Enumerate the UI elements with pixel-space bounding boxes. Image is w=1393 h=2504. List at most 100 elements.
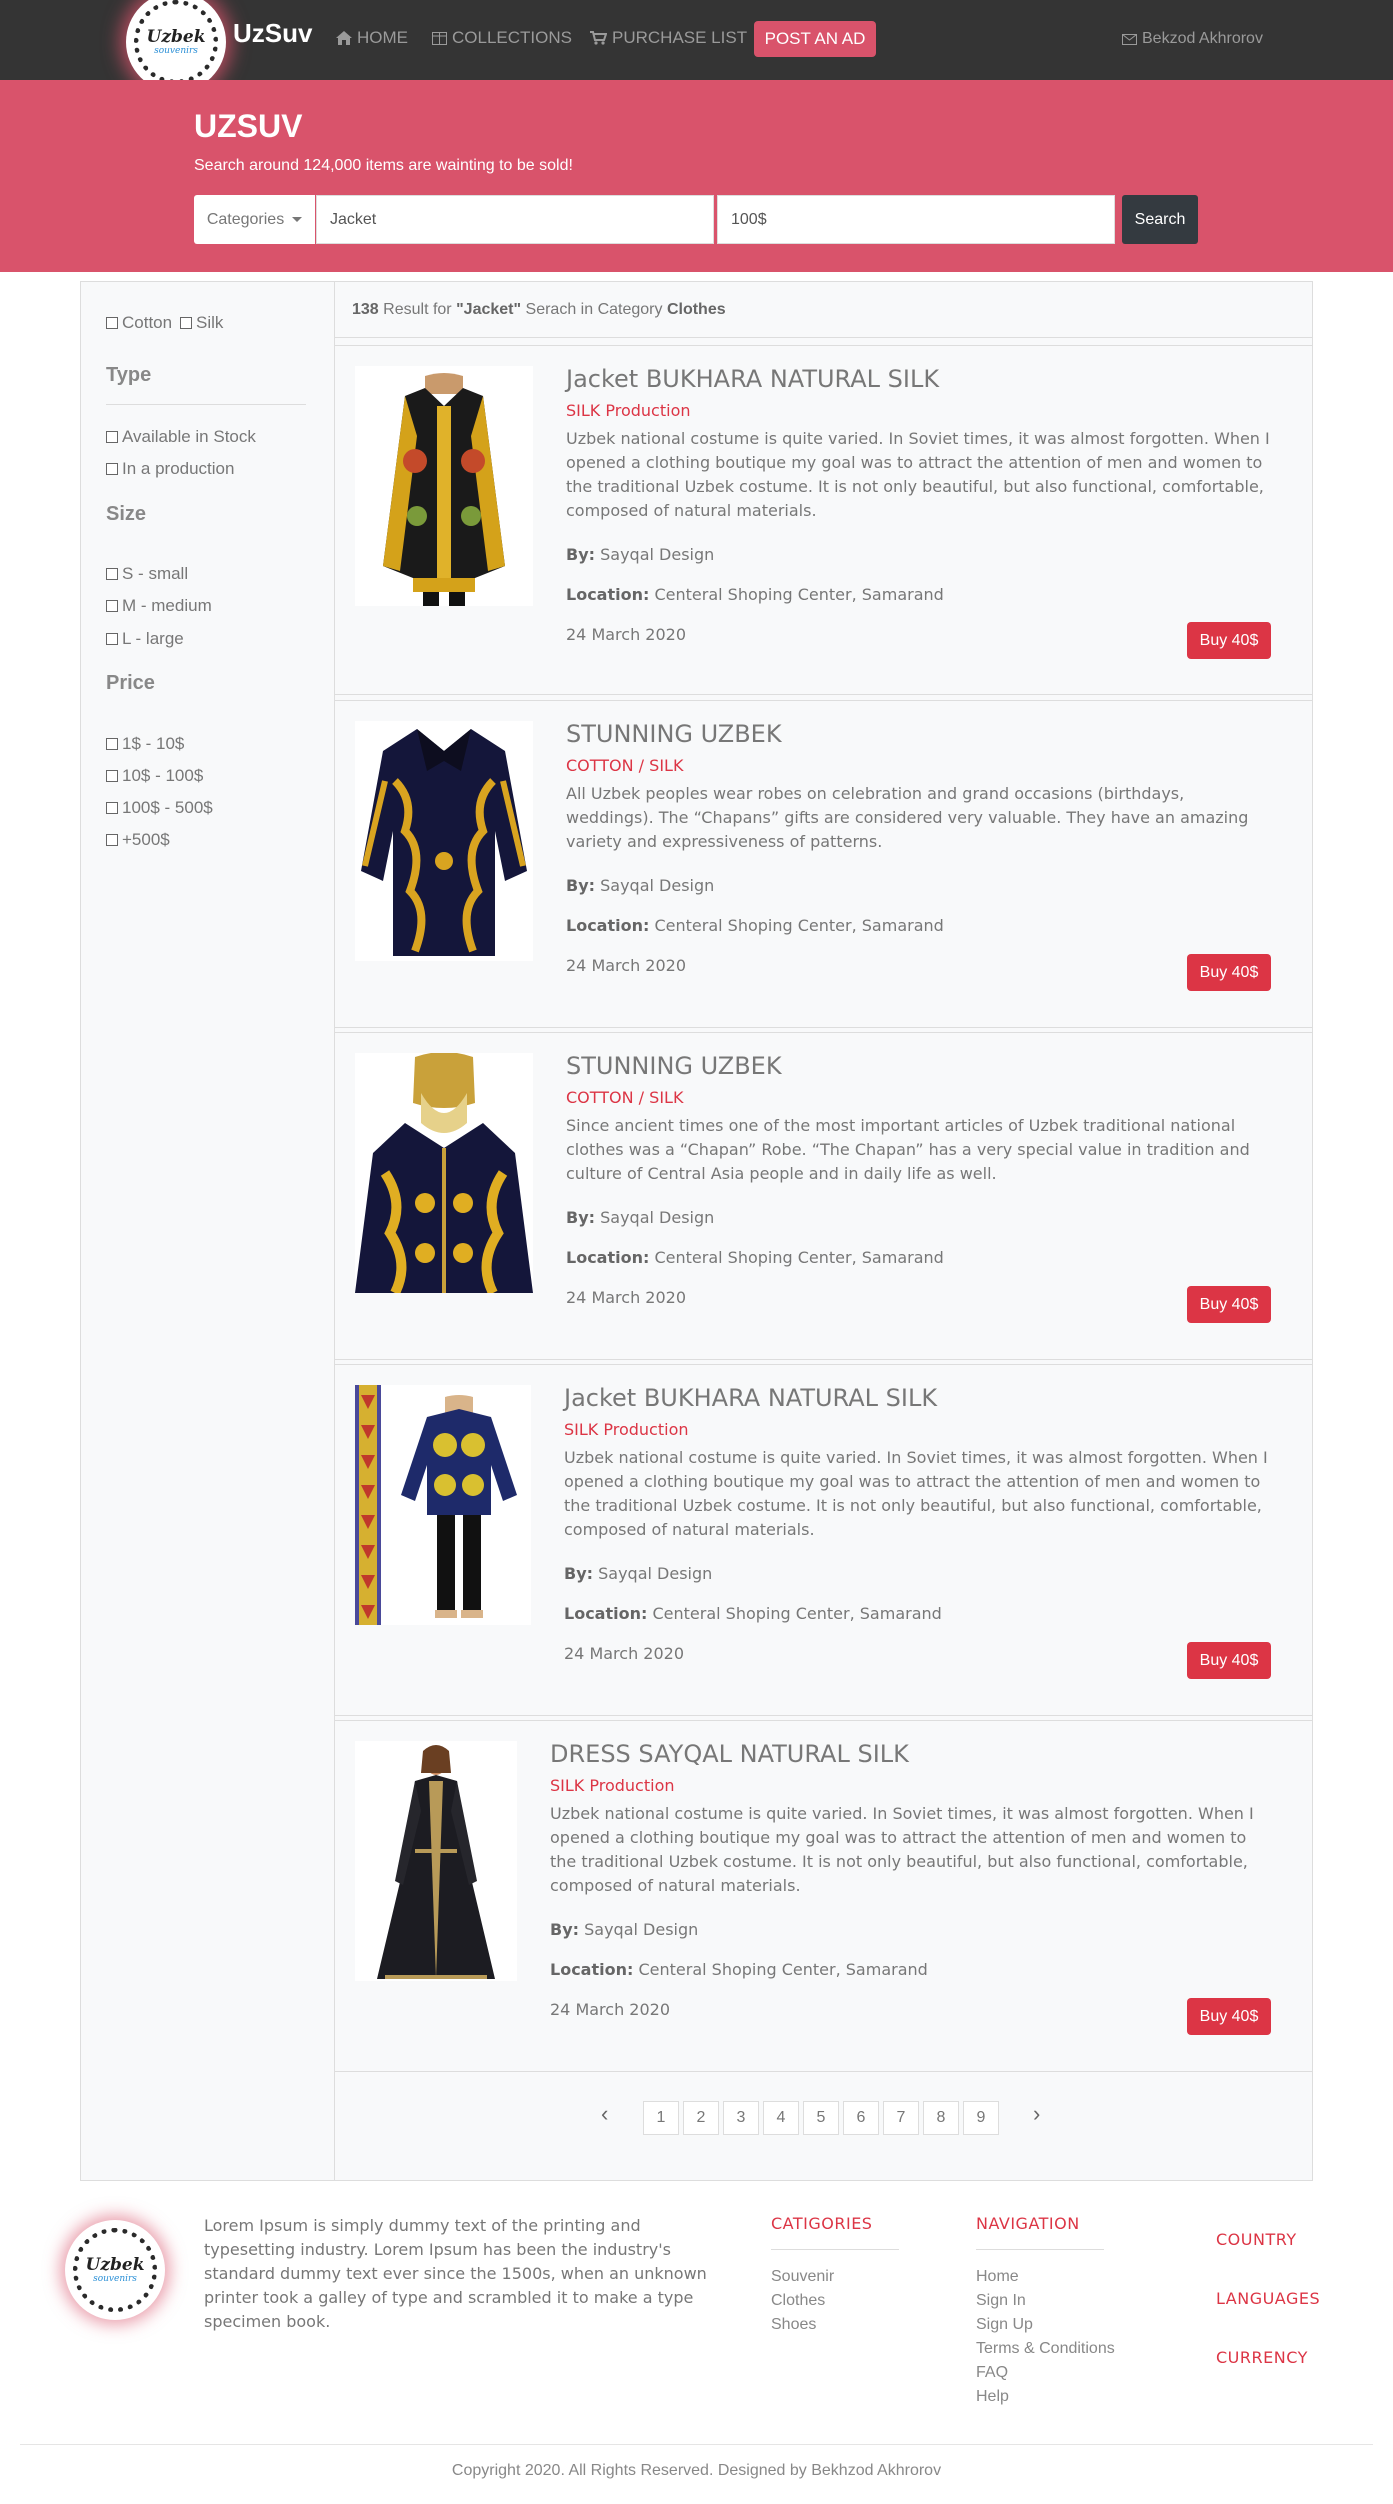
checkbox[interactable]: [106, 738, 118, 750]
filter-label: Cotton: [122, 313, 173, 332]
product-title[interactable]: DRESS SAYQAL NATURAL SILK: [550, 1740, 909, 1768]
filter-silk[interactable]: Silk: [180, 313, 223, 333]
copyright-text: Copyright 2020. All Rights Reserved. Des…: [451, 2462, 942, 2479]
page-link[interactable]: 1: [643, 2101, 679, 2135]
footer-nav-link[interactable]: Help: [976, 2388, 1009, 2406]
filter-label: Available in Stock: [122, 427, 256, 446]
filter-size-small[interactable]: S - small: [106, 564, 188, 584]
filter-price-2[interactable]: 10$ - 100$: [106, 766, 203, 786]
footer-nav-link[interactable]: Sign In: [976, 2292, 1026, 2310]
product-subtitle: SILK Production: [564, 1420, 689, 1439]
prev-page-icon[interactable]: ‹: [601, 2101, 608, 2127]
brand-name[interactable]: UzSuv: [233, 18, 312, 49]
buy-button[interactable]: Buy 40$: [1187, 954, 1271, 991]
product-author: By: Sayqal Design: [566, 876, 714, 895]
footer-category-link[interactable]: Clothes: [771, 2292, 825, 2310]
product-image[interactable]: [355, 366, 533, 606]
post-ad-button[interactable]: POST AN AD: [754, 21, 876, 57]
user-menu[interactable]: Bekzod Akhrorov: [1122, 30, 1263, 48]
footer-category-link[interactable]: Souvenir: [771, 2268, 834, 2286]
buy-button[interactable]: Buy 40$: [1187, 1642, 1271, 1679]
nav-home[interactable]: HOME: [336, 28, 408, 48]
product-title[interactable]: Jacket BUKHARA NATURAL SILK: [566, 365, 939, 393]
product-subtitle: COTTON / SILK: [566, 1088, 684, 1107]
checkbox[interactable]: [106, 633, 118, 645]
footer-languages-link[interactable]: LANGUAGES: [1216, 2289, 1320, 2308]
author-value: Sayqal Design: [600, 1208, 715, 1227]
product-card[interactable]: STUNNING UZBEK COTTON / SILK Since ancie…: [335, 1032, 1312, 1360]
page-link[interactable]: 5: [803, 2101, 839, 2135]
checkbox[interactable]: [106, 600, 118, 612]
page-link[interactable]: 8: [923, 2101, 959, 2135]
price-input[interactable]: [717, 195, 1115, 244]
product-image[interactable]: [355, 1741, 517, 1981]
footer-category-link[interactable]: Shoes: [771, 2316, 816, 2334]
checkbox[interactable]: [106, 834, 118, 846]
page-link[interactable]: 2: [683, 2101, 719, 2135]
result-category: Clothes: [666, 300, 726, 318]
filter-in-stock[interactable]: Available in Stock: [106, 427, 256, 447]
footer-categories-heading: CATIGORIES: [771, 2214, 873, 2233]
page-link[interactable]: 6: [843, 2101, 879, 2135]
filter-size-large[interactable]: L - large: [106, 629, 184, 649]
buy-button[interactable]: Buy 40$: [1187, 1998, 1271, 2035]
location-label: Location:: [564, 1604, 648, 1623]
author-label: By:: [566, 876, 596, 895]
footer-nav-link[interactable]: FAQ: [976, 2364, 1008, 2382]
checkbox[interactable]: [106, 770, 118, 782]
nav-collections[interactable]: COLLECTIONS: [432, 28, 572, 48]
page-link[interactable]: 9: [963, 2101, 999, 2135]
type-heading: Type: [106, 364, 152, 386]
product-date: 24 March 2020: [564, 1644, 685, 1663]
checkbox[interactable]: [106, 568, 118, 580]
footer-currency-link[interactable]: CURRENCY: [1216, 2348, 1308, 2367]
filter-price-3[interactable]: 100$ - 500$: [106, 798, 213, 818]
next-page-icon[interactable]: ›: [1033, 2101, 1040, 2127]
page-link[interactable]: 7: [883, 2101, 919, 2135]
product-card[interactable]: STUNNING UZBEK COTTON / SILK All Uzbek p…: [335, 700, 1312, 1028]
product-card[interactable]: Jacket BUKHARA NATURAL SILK SILK Product…: [335, 1364, 1312, 1716]
product-author: By: Sayqal Design: [566, 545, 714, 564]
checkbox[interactable]: [106, 317, 118, 329]
product-title[interactable]: STUNNING UZBEK: [566, 1052, 782, 1080]
checkbox[interactable]: [106, 431, 118, 443]
filter-label: S - small: [122, 564, 189, 583]
footer-nav-link[interactable]: Terms & Conditions: [976, 2340, 1115, 2358]
product-image[interactable]: [355, 1052, 533, 1296]
page-link[interactable]: 3: [723, 2101, 759, 2135]
nav-purchase-list-label: PURCHASE LIST: [612, 28, 748, 47]
filter-label: +500$: [122, 830, 170, 849]
site-logo[interactable]: Uzbek souvenirs: [126, 0, 226, 92]
product-subtitle: COTTON / SILK: [566, 756, 684, 775]
product-image[interactable]: [355, 721, 533, 961]
buy-button[interactable]: Buy 40$: [1187, 622, 1271, 659]
product-card[interactable]: Jacket BUKHARA NATURAL SILK SILK Product…: [335, 345, 1312, 695]
checkbox[interactable]: [106, 802, 118, 814]
search-button[interactable]: Search: [1122, 195, 1198, 244]
product-card[interactable]: DRESS SAYQAL NATURAL SILK SILK Productio…: [335, 1720, 1312, 2072]
location-value: Centeral Shoping Center, Samarand: [638, 1960, 928, 1979]
footer-nav-link[interactable]: Home: [976, 2268, 1019, 2286]
search-query-input[interactable]: [316, 195, 714, 244]
checkbox[interactable]: [180, 317, 192, 329]
location-label: Location:: [566, 1248, 650, 1267]
footer-logo[interactable]: Uzbek souvenirs: [65, 2220, 165, 2320]
footer-country-link[interactable]: COUNTRY: [1216, 2230, 1297, 2249]
nav-purchase-list[interactable]: PURCHASE LIST: [590, 28, 747, 48]
categories-dropdown[interactable]: Categories: [194, 195, 315, 244]
product-title[interactable]: STUNNING UZBEK: [566, 720, 782, 748]
buy-button[interactable]: Buy 40$: [1187, 1286, 1271, 1323]
filter-in-production[interactable]: In a production: [106, 459, 234, 479]
dress-image: [355, 1741, 517, 1981]
filter-price-4[interactable]: +500$: [106, 830, 170, 850]
filter-size-medium[interactable]: M - medium: [106, 596, 212, 616]
checkbox[interactable]: [106, 463, 118, 475]
filter-label: Silk: [196, 313, 224, 332]
location-value: Centeral Shoping Center, Samarand: [654, 916, 944, 935]
filter-cotton[interactable]: Cotton: [106, 313, 172, 333]
product-title[interactable]: Jacket BUKHARA NATURAL SILK: [564, 1384, 937, 1412]
footer-nav-link[interactable]: Sign Up: [976, 2316, 1033, 2334]
page-link[interactable]: 4: [763, 2101, 799, 2135]
filter-price-1[interactable]: 1$ - 10$: [106, 734, 184, 754]
product-image[interactable]: [355, 1385, 531, 1625]
